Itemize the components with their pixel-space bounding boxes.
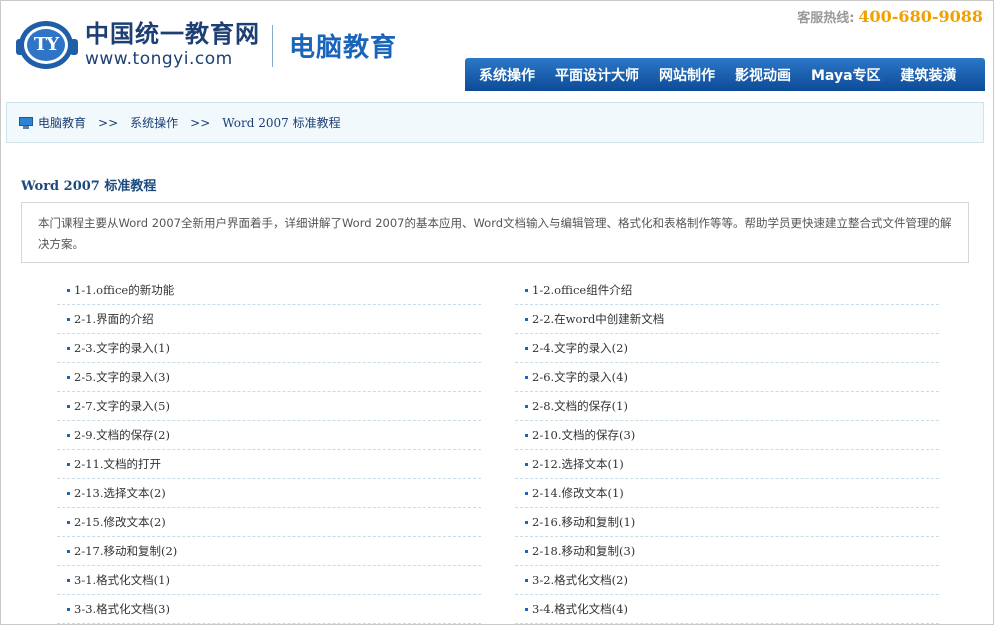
hotline-label: 客服热线: <box>797 11 855 26</box>
lesson-link[interactable]: 2-9.文档的保存(2) <box>57 421 481 450</box>
bullet-icon <box>525 346 528 350</box>
logo-url: www.tongyi.com <box>85 49 233 69</box>
hotline: 客服热线: 400-680-9088 <box>797 7 983 26</box>
lesson-link[interactable]: 2-1.界面的介绍 <box>57 305 481 334</box>
breadcrumb-separator: >> <box>98 115 119 130</box>
bullet-icon <box>525 433 528 437</box>
bullet-icon <box>67 520 70 524</box>
logo-divider <box>272 25 273 67</box>
bullet-icon <box>67 404 70 408</box>
bullet-icon <box>67 375 70 379</box>
bullet-icon <box>525 520 528 524</box>
lesson-link[interactable]: 2-6.文字的录入(4) <box>515 363 939 392</box>
nav-item-architecture[interactable]: 建筑装潢 <box>891 65 967 85</box>
lesson-link[interactable]: 2-4.文字的录入(2) <box>515 334 939 363</box>
bullet-icon <box>67 549 70 553</box>
lesson-link[interactable]: 2-3.文字的录入(1) <box>57 334 481 363</box>
lesson-link[interactable]: 1-2.office组件介绍 <box>515 276 939 305</box>
breadcrumb-category[interactable]: 系统操作 <box>130 114 178 131</box>
nav-item-maya[interactable]: Maya专区 <box>801 65 891 85</box>
computer-icon <box>19 116 33 129</box>
lesson-link[interactable]: 3-2.格式化文档(2) <box>515 566 939 595</box>
lesson-link[interactable]: 3-4.格式化文档(4) <box>515 595 939 624</box>
bullet-icon <box>67 288 70 292</box>
site-logo[interactable]: TY 中国统一教育网 www.tongyi.com <box>15 19 260 71</box>
site-header: TY 中国统一教育网 www.tongyi.com 电脑教育 客服热线: 400… <box>1 1 993 97</box>
course-description: 本门课程主要从Word 2007全新用户界面着手，详细讲解了Word 2007的… <box>21 202 969 263</box>
bullet-icon <box>67 462 70 466</box>
nav-item-video-animation[interactable]: 影视动画 <box>725 65 801 85</box>
breadcrumb-home[interactable]: 电脑教育 <box>38 114 86 131</box>
lesson-link[interactable]: 2-13.选择文本(2) <box>57 479 481 508</box>
nav-item-web[interactable]: 网站制作 <box>649 65 725 85</box>
bullet-icon <box>67 578 70 582</box>
bullet-icon <box>67 346 70 350</box>
lesson-list-left: 1-1.office的新功能 2-1.界面的介绍 2-3.文字的录入(1) 2-… <box>57 276 481 624</box>
page-frame: TY 中国统一教育网 www.tongyi.com 电脑教育 客服热线: 400… <box>0 0 994 625</box>
bullet-icon <box>525 375 528 379</box>
lesson-link[interactable]: 2-16.移动和复制(1) <box>515 508 939 537</box>
lesson-link[interactable]: 2-7.文字的录入(5) <box>57 392 481 421</box>
bullet-icon <box>525 317 528 321</box>
lesson-link[interactable]: 2-5.文字的录入(3) <box>57 363 481 392</box>
lesson-link[interactable]: 2-17.移动和复制(2) <box>57 537 481 566</box>
bullet-icon <box>525 491 528 495</box>
bullet-icon <box>67 317 70 321</box>
logo-text: 中国统一教育网 www.tongyi.com <box>85 20 260 70</box>
lesson-link[interactable]: 1-1.office的新功能 <box>57 276 481 305</box>
bullet-icon <box>525 404 528 408</box>
breadcrumb-separator: >> <box>190 115 211 130</box>
bullet-icon <box>67 607 70 611</box>
lesson-link[interactable]: 2-11.文档的打开 <box>57 450 481 479</box>
lesson-link[interactable]: 2-2.在word中创建新文档 <box>515 305 939 334</box>
lesson-link[interactable]: 2-18.移动和复制(3) <box>515 537 939 566</box>
lesson-list-right: 1-2.office组件介绍 2-2.在word中创建新文档 2-4.文字的录入… <box>515 276 939 624</box>
lesson-link[interactable]: 3-3.格式化文档(3) <box>57 595 481 624</box>
headphone-logo-icon: TY <box>15 19 79 71</box>
lesson-link[interactable]: 2-12.选择文本(1) <box>515 450 939 479</box>
main-nav: 系统操作 平面设计大师 网站制作 影视动画 Maya专区 建筑装潢 <box>465 58 985 91</box>
nav-item-graphic-design[interactable]: 平面设计大师 <box>545 65 649 85</box>
breadcrumb: 电脑教育 >> 系统操作 >> Word 2007 标准教程 <box>6 102 984 143</box>
bullet-icon <box>67 433 70 437</box>
logo-badge-text: TY <box>27 29 65 61</box>
breadcrumb-current[interactable]: Word 2007 标准教程 <box>222 114 340 131</box>
lesson-link[interactable]: 2-8.文档的保存(1) <box>515 392 939 421</box>
logo-chinese-name: 中国统一教育网 <box>85 20 260 48</box>
bullet-icon <box>525 462 528 466</box>
lesson-link[interactable]: 2-15.修改文本(2) <box>57 508 481 537</box>
lesson-link[interactable]: 2-14.修改文本(1) <box>515 479 939 508</box>
lesson-link[interactable]: 2-10.文档的保存(3) <box>515 421 939 450</box>
course-title: Word 2007 标准教程 <box>21 179 157 194</box>
bullet-icon <box>525 607 528 611</box>
section-title[interactable]: 电脑教育 <box>289 27 397 64</box>
bullet-icon <box>525 578 528 582</box>
bullet-icon <box>525 549 528 553</box>
hotline-number: 400-680-9088 <box>858 7 983 26</box>
lesson-link[interactable]: 3-1.格式化文档(1) <box>57 566 481 595</box>
bullet-icon <box>525 288 528 292</box>
bullet-icon <box>67 491 70 495</box>
nav-item-system[interactable]: 系统操作 <box>469 65 545 85</box>
